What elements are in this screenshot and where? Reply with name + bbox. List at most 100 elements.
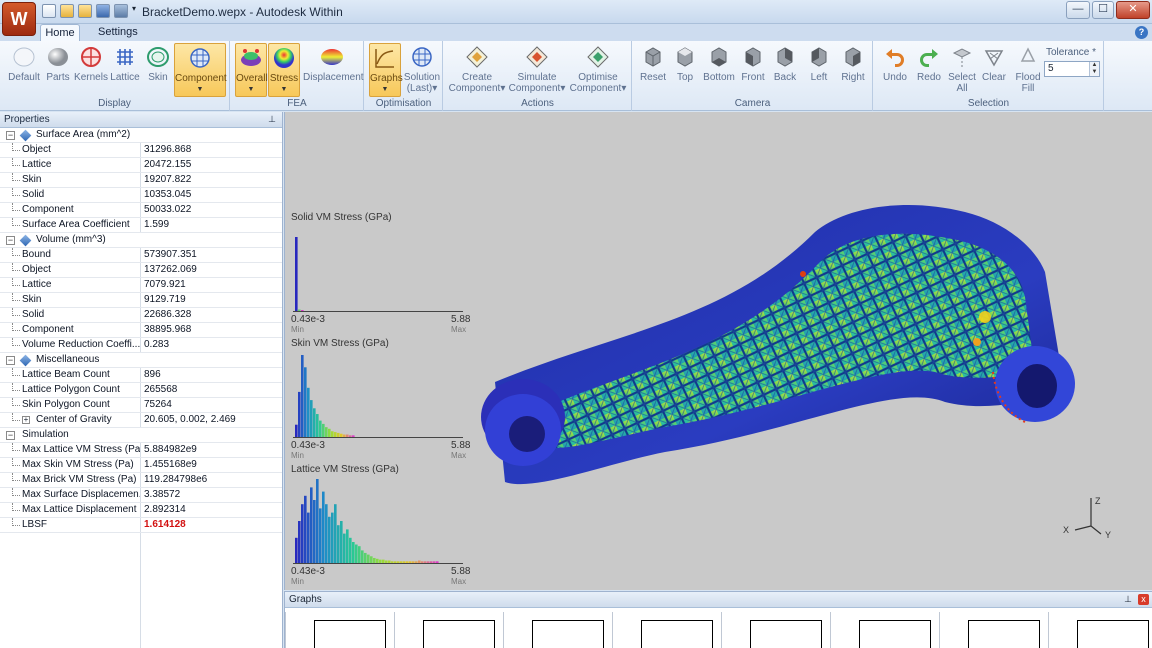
property-row[interactable]: Max Lattice Displacement ... 2.892314 bbox=[0, 503, 282, 518]
graphs-button[interactable]: Graphs ▼ bbox=[369, 43, 403, 97]
property-row[interactable]: Lattice 7079.921 bbox=[0, 278, 282, 293]
camera-left-button[interactable]: Left bbox=[805, 43, 833, 97]
default-button[interactable]: Default bbox=[6, 43, 42, 97]
clear-selection-icon bbox=[984, 50, 1004, 67]
save-as-icon[interactable] bbox=[114, 4, 128, 18]
property-row[interactable]: Skin 9129.719 bbox=[0, 293, 282, 308]
property-row[interactable]: Bound 573907.351 bbox=[0, 248, 282, 263]
quick-access-dropdown-icon[interactable]: ▾ bbox=[132, 4, 138, 18]
tab-settings[interactable]: Settings bbox=[90, 24, 146, 41]
display-group: Default Parts Kernels Lattice Skin Compo… bbox=[0, 41, 230, 111]
optimisation-group-label: Optimisation bbox=[375, 98, 432, 109]
stress-button[interactable]: Stress ▼ bbox=[268, 43, 300, 97]
collapse-icon[interactable]: − bbox=[6, 236, 15, 245]
property-row[interactable]: Max Brick VM Stress (Pa) 119.284798e6 bbox=[0, 473, 282, 488]
overall-button[interactable]: Overall ▼ bbox=[235, 43, 268, 97]
open-folder-icon[interactable] bbox=[60, 4, 74, 18]
property-row[interactable]: Solid 22686.328 bbox=[0, 308, 282, 323]
graph-thumbnail[interactable] bbox=[721, 612, 829, 648]
property-category[interactable]: − Miscellaneous bbox=[0, 353, 282, 368]
graph-thumbnail[interactable] bbox=[612, 612, 720, 648]
camera-bottom-button[interactable]: Bottom bbox=[701, 43, 737, 97]
parts-button[interactable]: Parts bbox=[44, 43, 72, 97]
flood-fill-label: Fill bbox=[1021, 83, 1035, 94]
default-sphere-icon bbox=[13, 47, 35, 67]
graph-thumbnail[interactable] bbox=[830, 612, 938, 648]
app-logo[interactable]: W bbox=[2, 2, 36, 36]
property-name: Max Surface Displacemen... bbox=[22, 489, 140, 500]
property-value: 1.614128 bbox=[144, 519, 186, 530]
camera-back-button[interactable]: Back bbox=[771, 43, 799, 97]
graph-thumbnail[interactable] bbox=[394, 612, 502, 648]
property-row[interactable]: Max Skin VM Stress (Pa) 1.455168e9 bbox=[0, 458, 282, 473]
graph-thumbnail[interactable] bbox=[1048, 612, 1152, 648]
property-row[interactable]: Component 50033.022 bbox=[0, 203, 282, 218]
redo-button[interactable]: Redo bbox=[914, 43, 944, 97]
property-row[interactable]: Max Lattice VM Stress (Pa) 5.884982e9 bbox=[0, 443, 282, 458]
property-row[interactable]: Volume Reduction Coeffi... 0.283 bbox=[0, 338, 282, 353]
new-file-icon[interactable] bbox=[42, 4, 56, 18]
property-name: Max Lattice Displacement ... bbox=[22, 504, 140, 515]
property-row[interactable]: Skin Polygon Count 75264 bbox=[0, 398, 282, 413]
overall-icon bbox=[241, 49, 261, 66]
pin-icon[interactable]: ⊥ bbox=[268, 112, 276, 127]
clear-selection-button[interactable]: Clear bbox=[980, 43, 1008, 97]
save-icon[interactable] bbox=[96, 4, 110, 18]
category-name: Surface Area (mm^2) bbox=[36, 129, 131, 140]
close-button[interactable]: ✕ bbox=[1116, 1, 1150, 19]
camera-top-button[interactable]: Top bbox=[671, 43, 699, 97]
property-category[interactable]: − Surface Area (mm^2) bbox=[0, 128, 282, 143]
skin-button[interactable]: Skin bbox=[144, 43, 172, 97]
maximize-button[interactable]: ☐ bbox=[1092, 1, 1114, 19]
open-recent-icon[interactable] bbox=[78, 4, 92, 18]
property-row[interactable]: + Center of Gravity 20.605, 0.002, 2.469 bbox=[0, 413, 282, 428]
property-category[interactable]: − Simulation bbox=[0, 428, 282, 443]
undo-button[interactable]: Undo bbox=[880, 43, 910, 97]
select-all-button[interactable]: Select All bbox=[948, 43, 976, 97]
property-row[interactable]: Object 137262.069 bbox=[0, 263, 282, 278]
lattice-button[interactable]: Lattice bbox=[108, 43, 142, 97]
close-icon[interactable]: x bbox=[1138, 594, 1149, 605]
graph-thumbnail[interactable] bbox=[503, 612, 611, 648]
tree-line bbox=[12, 518, 20, 526]
graph-thumbnail[interactable] bbox=[939, 612, 1047, 648]
property-row[interactable]: Skin 19207.822 bbox=[0, 173, 282, 188]
collapse-icon[interactable]: − bbox=[6, 356, 15, 365]
property-row[interactable]: Object 31296.868 bbox=[0, 143, 282, 158]
property-row[interactable]: Lattice Beam Count 896 bbox=[0, 368, 282, 383]
component-button[interactable]: Component ▼ bbox=[174, 43, 227, 97]
3d-viewport[interactable]: Solid VM Stress (GPa) 0.43e-3 5.88 Min Max Sk… bbox=[284, 112, 1152, 590]
graph-thumbnail[interactable] bbox=[285, 612, 393, 648]
optimise-component-icon bbox=[587, 46, 609, 68]
solution-last-button[interactable]: Solution (Last)▾ bbox=[403, 43, 441, 97]
create-component-icon bbox=[466, 46, 488, 68]
left-label: Left bbox=[810, 72, 828, 83]
collapse-icon[interactable]: − bbox=[6, 431, 15, 440]
camera-front-button[interactable]: Front bbox=[739, 43, 767, 97]
property-row[interactable]: Max Surface Displacemen... 3.38572 bbox=[0, 488, 282, 503]
flood-fill-button[interactable]: Flood Fill bbox=[1012, 43, 1044, 97]
property-row[interactable]: Solid 10353.045 bbox=[0, 188, 282, 203]
expand-icon[interactable]: + bbox=[22, 416, 30, 424]
collapse-icon[interactable]: − bbox=[6, 131, 15, 140]
tab-home[interactable]: Home bbox=[40, 24, 80, 41]
pin-icon[interactable]: ⊥ bbox=[1124, 592, 1132, 607]
simulate-component-button[interactable]: Simulate Component▾ bbox=[508, 43, 566, 97]
camera-reset-button[interactable]: Reset bbox=[637, 43, 669, 97]
optimise-component-button[interactable]: Optimise Component▾ bbox=[568, 43, 628, 97]
camera-right-button[interactable]: Right bbox=[837, 43, 869, 97]
property-row[interactable]: Surface Area Coefficient 1.599 bbox=[0, 218, 282, 233]
property-row[interactable]: Component 38895.968 bbox=[0, 323, 282, 338]
tolerance-spinner[interactable]: ▲ ▼ bbox=[1089, 62, 1099, 76]
create-component-button[interactable]: Create Component▾ bbox=[448, 43, 506, 97]
property-row[interactable]: LBSF 1.614128 bbox=[0, 518, 282, 533]
displacement-button[interactable]: Displacement bbox=[303, 43, 364, 97]
property-category[interactable]: − Volume (mm^3) bbox=[0, 233, 282, 248]
bracket-model[interactable] bbox=[465, 202, 1085, 492]
property-row[interactable]: Lattice Polygon Count 265568 bbox=[0, 383, 282, 398]
property-name: Volume Reduction Coeffi... bbox=[22, 339, 140, 350]
property-row[interactable]: Lattice 20472.155 bbox=[0, 158, 282, 173]
help-icon[interactable]: ? bbox=[1135, 26, 1148, 39]
kernels-button[interactable]: Kernels bbox=[74, 43, 108, 97]
minimize-button[interactable]: — bbox=[1066, 1, 1090, 19]
